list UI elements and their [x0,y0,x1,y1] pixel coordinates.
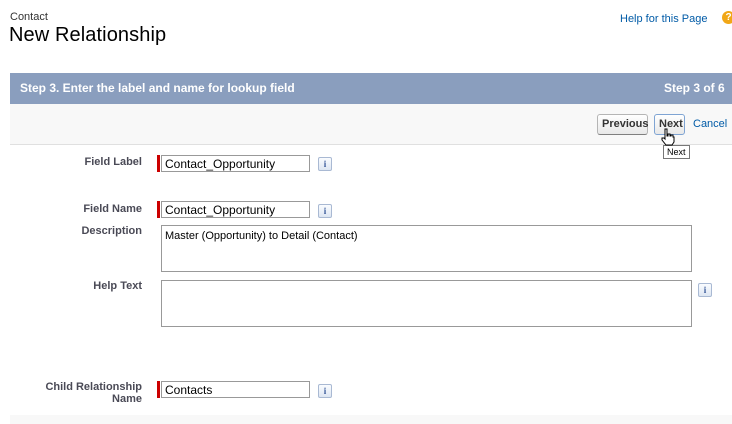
field-name-label: Field Name [83,203,142,215]
field-label-label: Field Label [84,156,142,168]
help-question-icon[interactable]: ? [722,11,732,24]
required-marker [157,155,160,172]
child-relationship-input[interactable] [161,381,310,398]
description-label: Description [81,225,142,237]
object-name: Contact [10,11,48,23]
help-text-textarea[interactable] [161,280,692,327]
next-tooltip: Next [663,145,690,159]
hand-cursor-icon [661,128,675,146]
cancel-link[interactable]: Cancel [693,118,727,130]
field-label-input[interactable] [161,155,310,172]
child-relationship-label-line2: Name [112,393,142,405]
page-title: New Relationship [9,24,167,46]
field-name-input[interactable] [161,201,310,218]
child-relationship-label-line1: Child Relationship [45,381,142,393]
info-icon[interactable]: i [698,283,712,297]
step-title: Step 3. Enter the label and name for loo… [20,81,295,95]
help-for-page-link[interactable]: Help for this Page [620,13,707,25]
description-textarea[interactable]: Master (Opportunity) to Detail (Contact) [161,225,692,272]
required-marker [157,381,160,398]
info-icon[interactable]: i [318,384,332,398]
help-text-label: Help Text [93,280,142,292]
step-counter: Step 3 of 6 [664,81,725,95]
info-icon[interactable]: i [318,157,332,171]
required-marker [157,201,160,218]
child-relationship-label: Child Relationship Name [40,381,142,405]
previous-button[interactable]: Previous [597,114,648,135]
info-icon[interactable]: i [318,204,332,218]
